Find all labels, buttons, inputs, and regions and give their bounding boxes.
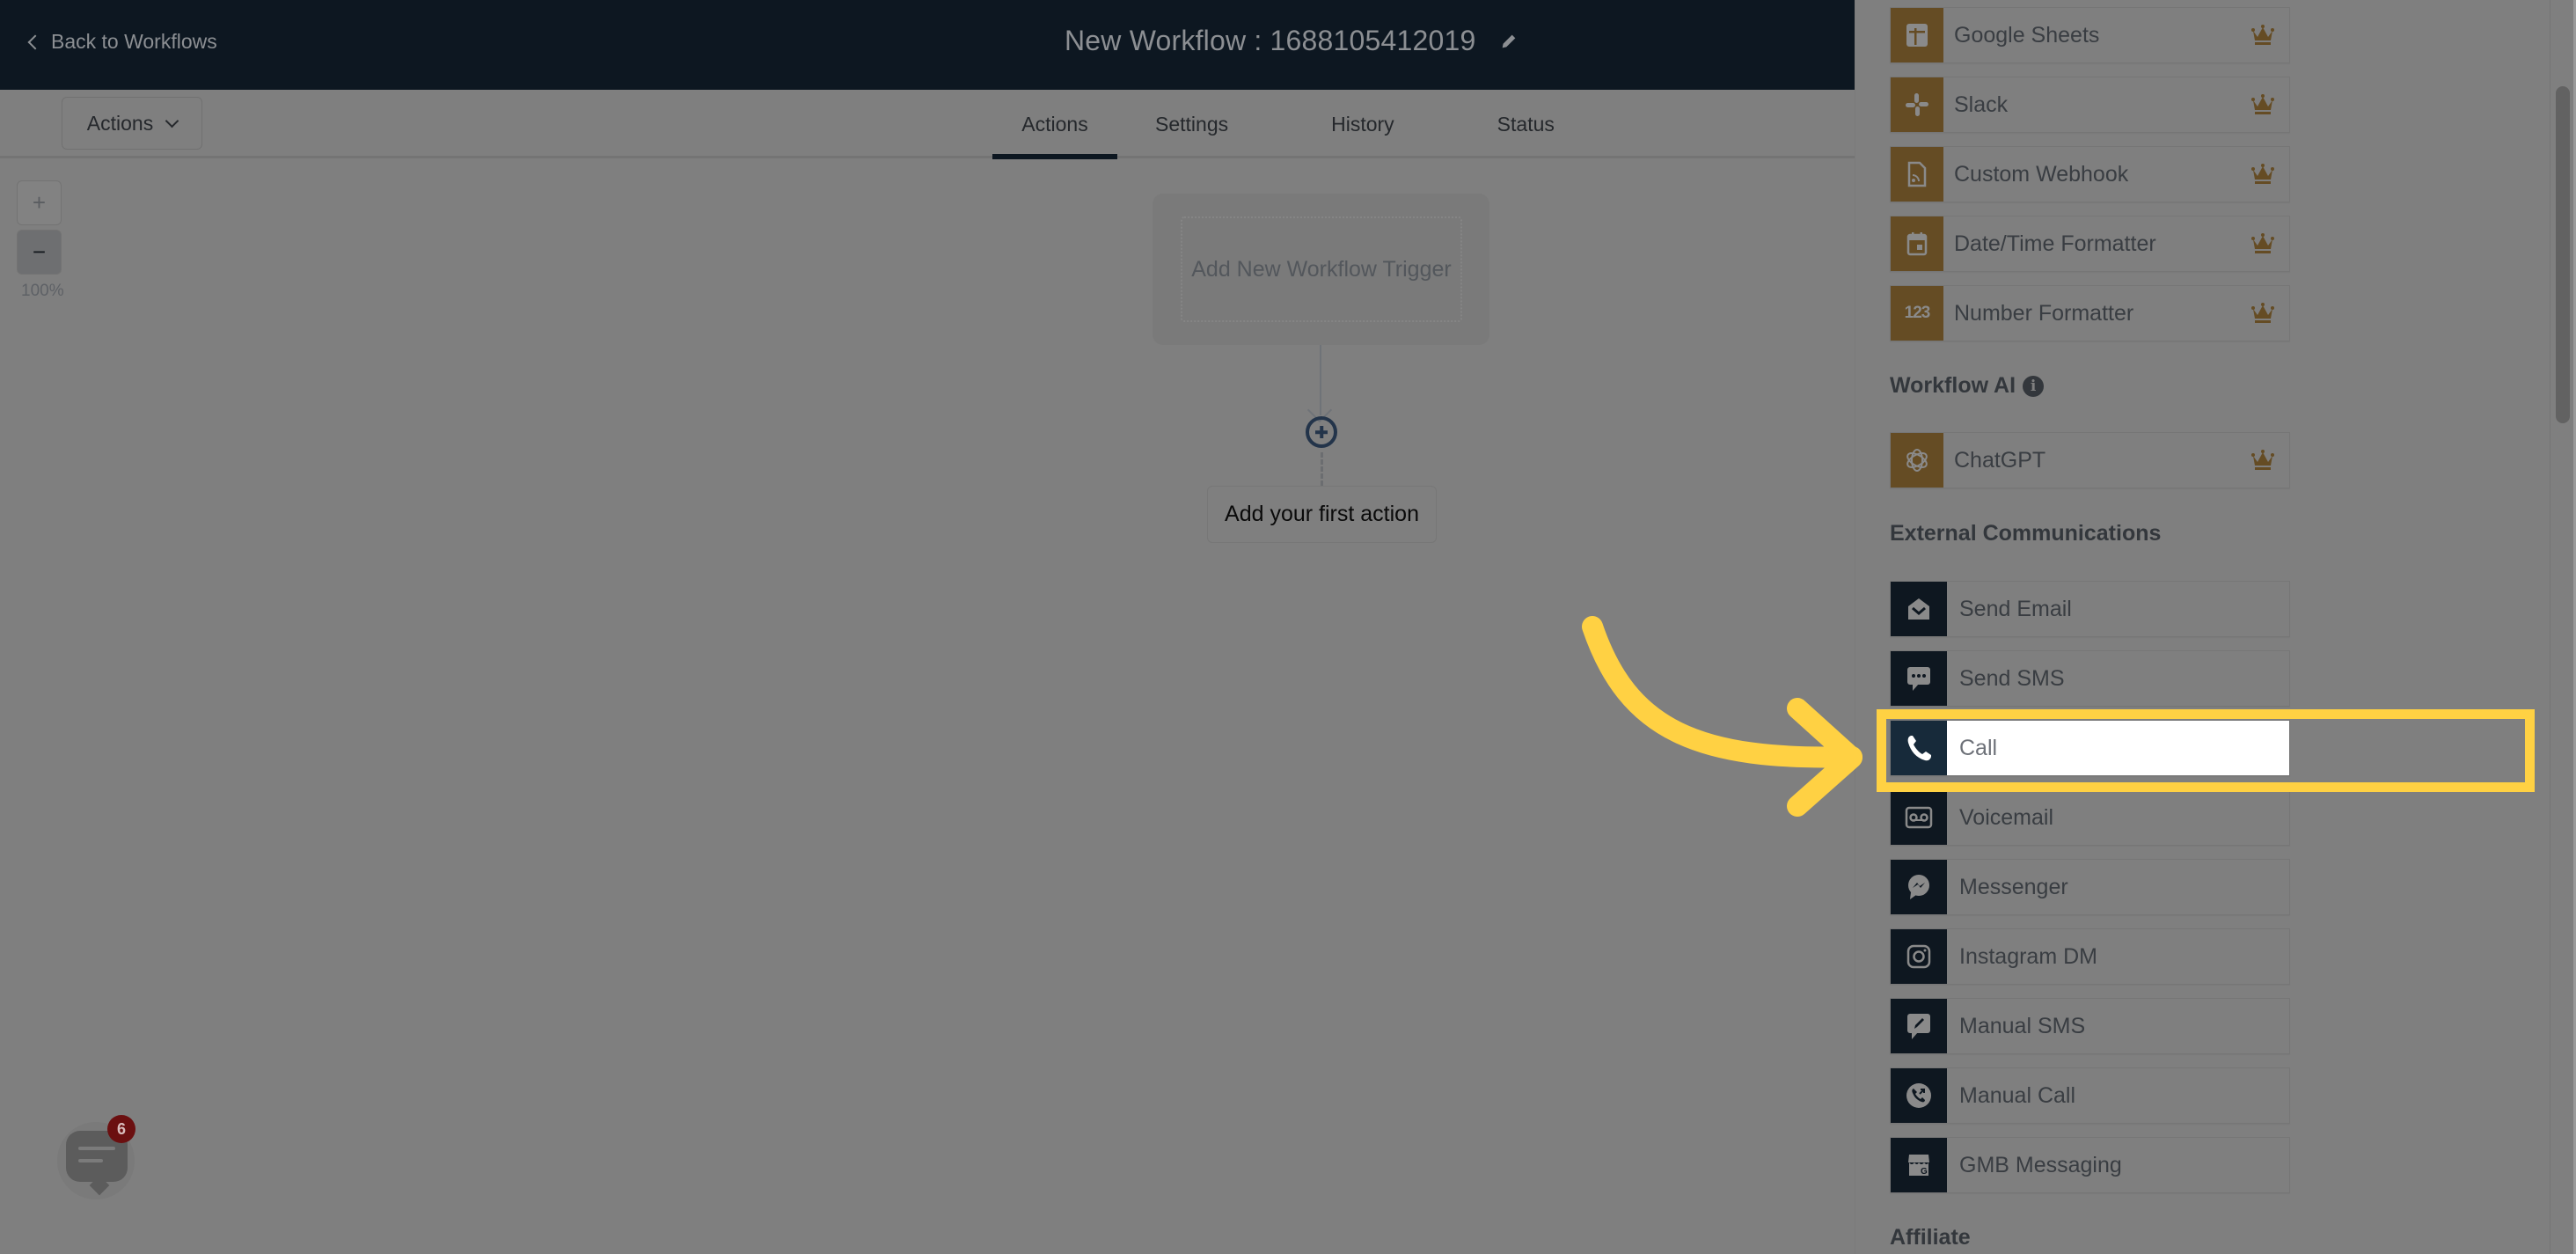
add-first-action-button[interactable]: Add your first action [1207,486,1437,543]
action-item-label: Custom Webhook [1954,161,2129,187]
zoom-out-button[interactable]: − [17,230,62,275]
email-icon [1891,582,1947,636]
action-item-slack[interactable]: Slack [1890,77,2290,133]
crown-icon [2251,94,2274,114]
top-bar: Back to Workflows New Workflow : 1688105… [0,0,1855,90]
tab-settings[interactable]: Settings [1154,90,1229,158]
action-item-label: Number Formatter [1954,300,2134,326]
info-icon[interactable]: i [2023,375,2045,397]
action-item-instagram-dm[interactable]: Instagram DM [1890,928,2290,985]
number-icon: 123 [1891,286,1943,341]
messenger-icon [1891,860,1947,914]
crown-icon [2251,25,2274,45]
workflow-title-area: New Workflow : 1688105412019 [1065,25,1519,57]
calendar-icon [1891,216,1943,271]
tab-history[interactable]: History [1330,90,1395,158]
action-item-label: Manual SMS [1959,1013,2086,1038]
crown-icon [2251,450,2274,470]
chevron-down-icon [165,114,179,128]
manual-sms-icon [1891,999,1947,1053]
panel-scrollbar-thumb[interactable] [2556,86,2570,423]
webhook-icon [1891,147,1943,202]
action-item-manual-sms[interactable]: Manual SMS [1890,998,2290,1054]
section-title-workflow-ai: Workflow AI i [1890,373,2045,399]
back-to-workflows-link[interactable]: Back to Workflows [27,30,217,54]
actions-dropdown[interactable]: Actions [62,97,202,150]
action-item-send-sms[interactable]: Send SMS [1890,650,2290,707]
tab-bar: Actions Settings History Status [991,90,1555,159]
openai-icon [1891,433,1943,488]
zoom-in-button[interactable]: + [17,180,62,225]
add-trigger-button[interactable]: Add New Workflow Trigger [1181,216,1462,322]
svg-text:G: G [1921,1167,1928,1177]
action-item-custom-webhook[interactable]: Custom Webhook [1890,146,2290,202]
add-action-plus-icon[interactable] [1306,416,1337,448]
tab-status[interactable]: Status [1497,90,1555,158]
tab-actions[interactable]: Actions [991,90,1119,159]
chevron-left-icon [27,34,43,49]
crown-icon [2251,233,2274,253]
action-item-number-formatter[interactable]: 123 Number Formatter [1890,285,2290,341]
section-title-affiliate: Affiliate [1890,1225,1971,1250]
workflow-title: New Workflow : 1688105412019 [1065,25,1476,56]
action-item-gmb-messaging[interactable]: G GMB Messaging [1890,1137,2290,1193]
action-item-label: Send SMS [1959,665,2065,691]
action-item-label: Date/Time Formatter [1954,231,2156,256]
chat-notification-badge: 6 [107,1115,135,1143]
slack-icon [1891,77,1943,132]
action-item-label: Manual Call [1959,1082,2076,1108]
action-item-label: Instagram DM [1959,943,2097,969]
action-item-voicemail[interactable]: Voicemail [1890,789,2290,846]
edit-pencil-icon[interactable] [1499,32,1519,51]
section-title-external-communications: External Communications [1890,521,2162,546]
action-item-manual-call[interactable]: Manual Call [1890,1067,2290,1124]
action-item-label: GMB Messaging [1959,1152,2122,1177]
action-item-label: Google Sheets [1954,22,2100,48]
sub-navigation: Actions Actions Settings History Status [0,90,1855,159]
action-item-label: Slack [1954,92,2009,117]
dashed-connector [1321,452,1323,486]
crown-icon [2251,164,2274,184]
action-item-label: Messenger [1959,874,2068,899]
gmb-icon: G [1891,1138,1947,1192]
action-item-messenger[interactable]: Messenger [1890,859,2290,915]
action-item-chatgpt[interactable]: ChatGPT [1890,432,2290,488]
action-item-label: Voicemail [1959,804,2053,830]
action-item-send-email[interactable]: Send Email [1890,581,2290,637]
back-label: Back to Workflows [51,30,217,53]
trigger-card: Add New Workflow Trigger [1153,194,1489,345]
voicemail-icon [1891,790,1947,845]
action-item-label: Call [1959,735,1998,760]
action-item-datetime-formatter[interactable]: Date/Time Formatter [1890,216,2290,272]
action-item-google-sheets[interactable]: Google Sheets [1890,7,2290,63]
zoom-level: 100% [21,282,64,300]
action-item-label: Send Email [1959,596,2072,621]
google-sheets-icon [1891,8,1943,62]
crown-icon [2251,303,2274,323]
instagram-icon [1891,929,1947,984]
action-item-label: ChatGPT [1954,447,2046,473]
action-item-call[interactable]: Call [1890,720,2290,776]
actions-dropdown-label: Actions [86,111,154,135]
manual-call-icon [1891,1068,1947,1123]
phone-icon [1891,721,1947,775]
sms-icon [1891,651,1947,706]
